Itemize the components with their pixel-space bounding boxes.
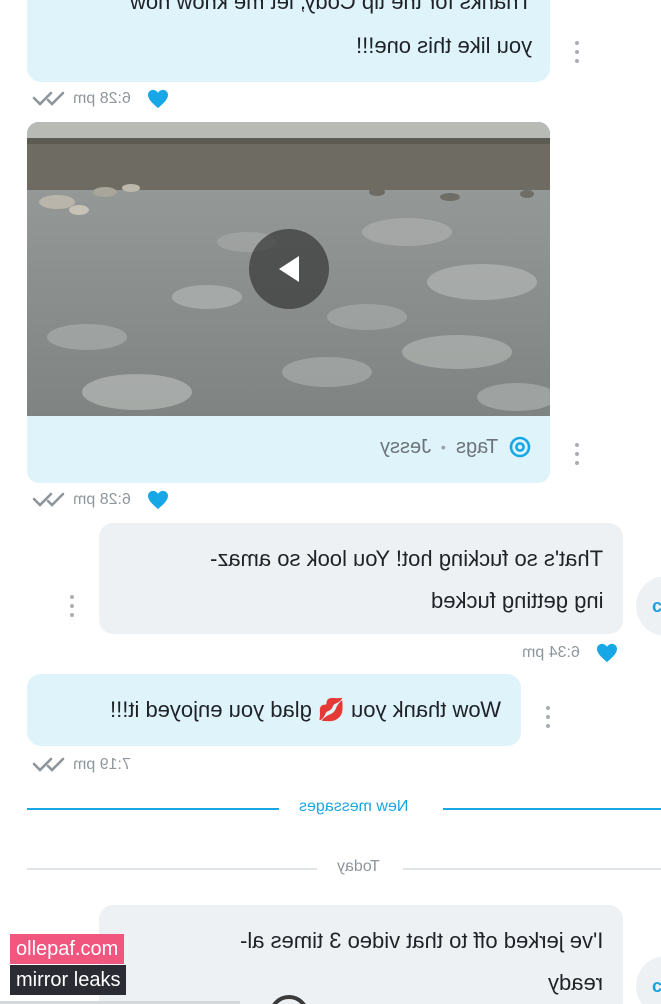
message-time: 6:28 pm: [73, 491, 131, 508]
today-divider: Today: [337, 858, 380, 875]
message-time: 6:34 pm: [522, 644, 580, 661]
double-check-icon: [32, 757, 65, 772]
tagged-user[interactable]: Jessy: [380, 436, 431, 459]
double-check-icon: [32, 91, 65, 106]
message-bubble-received[interactable]: Thanks for the tip Cody, let me know how…: [27, 0, 550, 82]
message-bubble-sent[interactable]: That's so fucking hot! You look so amaz-…: [99, 523, 623, 634]
message-text-line: That's so fucking hot! You look so amaz-: [209, 546, 603, 571]
play-button[interactable]: [249, 229, 329, 309]
message-bubble-sent[interactable]: I've jerked off to that video 3 times al…: [99, 905, 623, 1004]
new-messages-line-left: [27, 808, 279, 810]
message-text-line: Thanks for the tip Cody, let me know how: [130, 0, 532, 14]
more-options-icon[interactable]: [68, 595, 76, 617]
new-messages-divider: New messages: [299, 798, 409, 815]
new-messages-line-right: [443, 808, 661, 810]
video-tags-bar: Jessy • Tags: [27, 416, 550, 483]
at-sign-icon: [509, 436, 531, 458]
message-text-line: you like this one!!!: [355, 33, 532, 58]
heart-icon[interactable]: [147, 490, 169, 510]
watermark-site: ollepaf.com: [10, 934, 125, 964]
message-text-part: Wow thank you: [350, 697, 501, 722]
message-meta: 7:19 pm: [31, 756, 131, 774]
today-line-left: [27, 868, 317, 870]
tags-separator: •: [440, 439, 446, 455]
message-time: 6:28 pm: [73, 90, 131, 107]
video-preview[interactable]: [27, 122, 550, 416]
message-time: 7:19 pm: [73, 756, 131, 773]
tags-label: Tags: [455, 435, 498, 458]
message-meta: 6:28 pm: [31, 89, 169, 109]
message-meta: 6:28 pm: [31, 490, 169, 510]
play-icon: [279, 256, 299, 282]
chat-screen: Thanks for the tip Cody, let me know how…: [0, 0, 661, 1004]
message-meta: 6:34 pm: [522, 643, 618, 663]
avatar[interactable]: c: [636, 576, 661, 636]
more-options-icon[interactable]: [573, 41, 581, 63]
message-bubble-received[interactable]: glad you enjoyed it!!! 💋 Wow thank you: [27, 674, 521, 746]
message-text-part: glad you enjoyed it!!!: [109, 697, 312, 722]
today-line-right: [403, 868, 661, 870]
double-check-icon: [32, 492, 65, 507]
more-options-icon[interactable]: [573, 443, 581, 465]
message-text-line: I've jerked off to that video 3 times al…: [239, 928, 603, 953]
message-text-line: ing getting fucked: [430, 588, 603, 613]
heart-icon[interactable]: [147, 89, 169, 109]
watermark-tagline: mirror leaks: [10, 965, 127, 995]
more-options-icon[interactable]: [544, 706, 552, 728]
kiss-emoji: 💋: [317, 697, 345, 722]
heart-icon[interactable]: [596, 643, 618, 663]
